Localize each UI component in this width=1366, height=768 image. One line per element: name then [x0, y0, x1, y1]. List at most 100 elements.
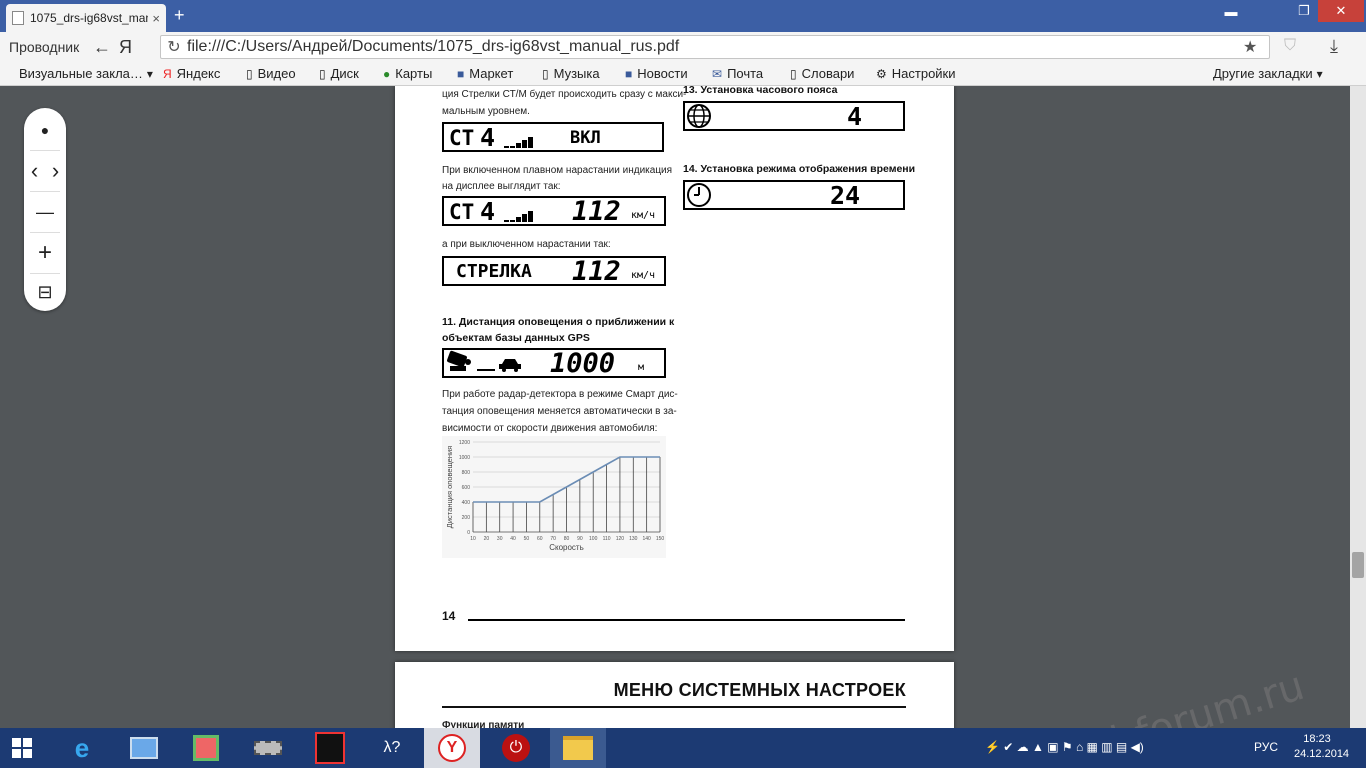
lcd-display-gps-distance: 1000 м — [442, 348, 666, 379]
gear-icon: ⚙ — [876, 66, 887, 81]
section-13-heading: 13. Установка часового пояса — [683, 86, 838, 96]
y-axis-label: Дистанция оповещения — [445, 446, 454, 528]
bookmark-music[interactable]: ▯ Музыка — [542, 66, 600, 81]
chevron-down-icon: ▾ — [146, 66, 153, 81]
ie-icon[interactable]: e — [54, 728, 110, 768]
star-icon[interactable]: ★ — [1243, 37, 1269, 57]
bookmark-disk[interactable]: ▯ Диск — [319, 66, 359, 81]
clock[interactable]: 18:23 24.12.2014 — [1294, 732, 1349, 762]
x-tick-label: 120 — [616, 536, 625, 542]
smooth-on-text: При включенном плавном нарастании индика… — [442, 165, 673, 176]
yandex-browser-icon[interactable]: Y — [424, 728, 480, 768]
intro-text-line: мальным уровнем. — [442, 106, 530, 117]
start-button[interactable] — [0, 728, 44, 768]
reload-icon[interactable]: ↻ — [161, 37, 187, 57]
lcd-display-smooth-off: СТРЕЛКА 112 км/ч — [442, 256, 666, 287]
lcd-display-arrow-on: СТ 4 ВКЛ — [442, 122, 664, 152]
camera-icon — [446, 350, 474, 378]
vertical-scrollbar[interactable] — [1350, 86, 1366, 728]
shield-icon[interactable]: ⛉ — [1284, 37, 1296, 55]
taskbar: e λ? Y ⏻ ⚡ ✔ ☁ ▲ ▣ ⚑ ⌂ ▦ ▥ ▤ ◀) РУС 18:2… — [0, 728, 1366, 768]
x-tick-label: 40 — [510, 536, 516, 542]
fit-page-button[interactable]: ⊟ — [24, 272, 66, 312]
page-dot-icon[interactable]: ● — [24, 110, 66, 150]
pdf-page-next: МЕНЮ СИСТЕМНЫХ НАСТРОЕК Функции памяти — [395, 662, 954, 728]
x-tick-label: 90 — [577, 536, 583, 542]
watermark-text: rd-forum.ru — [1076, 662, 1310, 728]
yandex-button[interactable]: Я — [119, 37, 147, 58]
car-icon — [498, 356, 522, 376]
back-arrow-icon[interactable]: ← — [93, 37, 119, 58]
prev-page-button[interactable]: ‹ — [24, 151, 45, 191]
office-icon[interactable] — [178, 728, 234, 768]
smooth-on-text: на дисплее выглядит так: — [442, 181, 561, 192]
yandex-icon: Я — [163, 66, 172, 81]
x-tick-label: 10 — [470, 536, 476, 542]
bookmark-maps[interactable]: ● Карты — [383, 66, 432, 81]
bookmark-settings[interactable]: ⚙ Настройки — [876, 66, 956, 81]
bookmarks-bar: Визуальные закла… ▾ Я Яндекс ▯ Видео ▯ Диск … — [0, 62, 1366, 86]
y-tick-label: 600 — [462, 485, 471, 491]
snailkit-icon[interactable] — [302, 728, 358, 768]
new-tab-button[interactable]: + — [174, 6, 185, 24]
address-text[interactable]: file:///C:/Users/Андрей/Documents/1075_d… — [187, 38, 1243, 56]
page-icon: ▯ — [246, 66, 253, 81]
page-icon: ▯ — [319, 66, 326, 81]
section-11-heading: объектам базы данных GPS — [442, 332, 590, 344]
dash-divider — [477, 369, 495, 371]
bookmark-yandex[interactable]: Я Яндекс — [163, 66, 220, 81]
close-button[interactable]: ✕ — [1318, 0, 1364, 22]
scrollbar-thumb[interactable] — [1352, 552, 1364, 578]
x-tick-label: 80 — [564, 536, 570, 542]
bookmark-dictionaries[interactable]: ▯ Словари — [790, 66, 854, 81]
clock-icon — [686, 183, 712, 211]
other-bookmarks[interactable]: Другие закладки ▾ — [1213, 66, 1323, 81]
zoom-in-button[interactable]: + — [24, 233, 66, 273]
distance-speed-chart: 0 200 400 600 800 1000 1200 10 20 30 40 50 60 70 80 90 1… — [442, 436, 666, 558]
lambda-icon[interactable]: λ? — [364, 728, 420, 768]
language-indicator[interactable]: РУС — [1254, 740, 1278, 754]
x-tick-label: 150 — [656, 536, 665, 542]
restore-button[interactable]: ❐ — [1292, 0, 1316, 22]
minimize-button[interactable]: ▬ — [1216, 0, 1246, 22]
section-subtitle: Функции памяти — [442, 720, 525, 728]
section-14-heading: 14. Установка режима отображения времени — [683, 163, 916, 175]
mail-icon: ✉ — [712, 66, 723, 81]
tray-icons[interactable]: ⚡ ✔ ☁ ▲ ▣ ⚑ ⌂ ▦ ▥ ▤ ◀) — [985, 740, 1144, 754]
bookmark-news[interactable]: ■ Новости — [625, 66, 688, 81]
y-tick-label: 1200 — [459, 440, 470, 446]
tab-pdf[interactable]: 1075_drs-ig68vst_manu × — [6, 4, 166, 32]
bookmark-visual[interactable]: Визуальные закла… ▾ — [19, 66, 153, 81]
smooth-off-text: а при выключенном нарастании так: — [442, 239, 611, 250]
pdf-page: ция Стрелки СТ/М будет происходить сразу… — [395, 86, 954, 651]
file-explorer-icon[interactable] — [550, 728, 606, 768]
clock-time: 18:23 — [1303, 733, 1331, 745]
lcd-display-smooth-on: СТ 4 112 км/ч — [442, 196, 666, 227]
bookmark-video[interactable]: ▯ Видео — [246, 66, 296, 81]
level-bars-icon — [504, 137, 533, 148]
next-page-button[interactable]: › — [45, 151, 66, 191]
power-app-icon[interactable]: ⏻ — [488, 728, 544, 768]
pdf-viewer[interactable]: ция Стрелки СТ/М будет происходить сразу… — [0, 86, 1366, 728]
section-title: МЕНЮ СИСТЕМНЫХ НАСТРОЕК — [613, 680, 906, 700]
bookmark-mail[interactable]: ✉ Почта — [712, 66, 763, 81]
chip-icon[interactable] — [240, 728, 296, 768]
lcd-display-timezone: 4 — [683, 101, 905, 131]
download-icon[interactable]: ⤓ — [1330, 36, 1338, 57]
maps-icon: ● — [383, 66, 391, 81]
x-tick-label: 30 — [497, 536, 503, 542]
level-bars-icon — [504, 211, 533, 222]
tab-close-icon[interactable]: × — [152, 11, 160, 26]
y-tick-label: 200 — [462, 515, 471, 521]
explorer-button[interactable]: Проводник — [9, 39, 89, 55]
x-axis-label: Скорость — [549, 543, 584, 552]
x-tick-label: 20 — [484, 536, 490, 542]
bookmark-market[interactable]: ■ Маркет — [457, 66, 513, 81]
document-icon — [12, 11, 24, 25]
control-panel-icon[interactable] — [116, 728, 172, 768]
zoom-out-button[interactable]: — — [24, 192, 66, 232]
address-bar[interactable]: ↻ file:///C:/Users/Андрей/Documents/1075… — [160, 35, 1270, 59]
x-tick-label: 70 — [550, 536, 556, 542]
tab-title: 1075_drs-ig68vst_manu — [30, 11, 149, 25]
x-tick-label: 110 — [603, 536, 611, 542]
